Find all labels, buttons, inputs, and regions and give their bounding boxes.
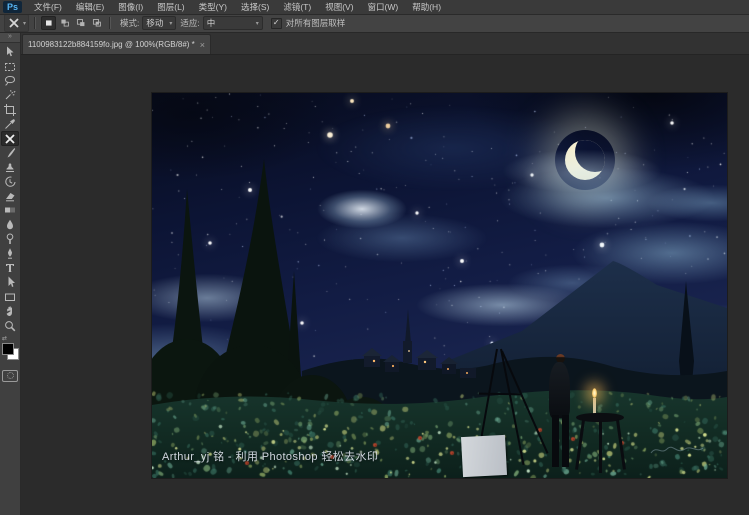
mode-select[interactable]: 移动 ▾ bbox=[142, 16, 177, 30]
chevron-down-icon: ▾ bbox=[23, 20, 27, 27]
type-tool[interactable] bbox=[1, 261, 19, 275]
clone-stamp-tool[interactable] bbox=[1, 160, 19, 174]
menu-view[interactable]: 视图(V) bbox=[319, 0, 359, 14]
tool-list bbox=[1, 45, 19, 333]
options-bar: ▾ 模式: 移动 ▾ 适应: 中 ▾ ✓ 对所有图层取样 bbox=[0, 14, 749, 33]
quick-selection-tool[interactable] bbox=[1, 88, 19, 102]
color-swatches: ⇄ bbox=[1, 336, 19, 364]
adaptation-select[interactable]: 中 ▾ bbox=[202, 16, 263, 30]
chevron-down-icon: ▾ bbox=[255, 20, 259, 27]
swap-colors-icon[interactable]: ⇄ bbox=[2, 336, 7, 342]
menu-filter[interactable]: 滤镜(T) bbox=[277, 0, 317, 14]
candle bbox=[593, 398, 596, 414]
history-brush-tool[interactable] bbox=[1, 175, 19, 189]
candle-flame bbox=[592, 388, 597, 398]
quick-mask-icon bbox=[6, 372, 14, 380]
shape-tool[interactable] bbox=[1, 290, 19, 304]
dodge-tool[interactable] bbox=[1, 232, 19, 246]
menu-edit[interactable]: 编辑(E) bbox=[70, 0, 110, 14]
intersect-selection-button[interactable] bbox=[89, 16, 104, 30]
photoshop-window: Ps 文件(F) 编辑(E) 图像(I) 图层(L) 类型(Y) 选择(S) 滤镜(T) 视图… bbox=[0, 0, 749, 515]
document-tab[interactable]: 1100983122b884159fo.jpg @ 100%(RGB/8#) *… bbox=[22, 34, 212, 54]
subtract-from-selection-button[interactable] bbox=[73, 16, 88, 30]
crop-tool[interactable] bbox=[1, 103, 19, 117]
menu-type[interactable]: 类型(Y) bbox=[193, 0, 233, 14]
easel-canvas bbox=[460, 434, 508, 478]
painter-leg bbox=[552, 415, 559, 467]
watermark-text: Arthur_yj 铭 - 利用 Photoshop 轻松去水印 bbox=[162, 451, 379, 463]
move-tool[interactable] bbox=[1, 45, 19, 59]
mode-value: 移动 bbox=[146, 18, 164, 28]
menu-select[interactable]: 选择(S) bbox=[235, 0, 275, 14]
rectangular-marquee-tool[interactable] bbox=[1, 59, 19, 73]
tool-preset-picker[interactable]: ▾ bbox=[4, 14, 30, 32]
menu-layer[interactable]: 图层(L) bbox=[151, 0, 190, 14]
tab-close-icon[interactable]: × bbox=[200, 40, 205, 50]
painter-figure bbox=[549, 362, 570, 418]
painter-leg bbox=[562, 415, 569, 467]
canvas-area: Arthur_yj 铭 - 利用 Photoshop 轻松去水印 bbox=[20, 54, 749, 515]
divider bbox=[34, 17, 37, 29]
add-to-selection-button[interactable] bbox=[57, 16, 72, 30]
new-selection-button[interactable] bbox=[41, 16, 57, 30]
sample-all-layers-label: 对所有图层取样 bbox=[285, 18, 346, 28]
tab-strip: 1100983122b884159fo.jpg @ 100%(RGB/8#) *… bbox=[20, 32, 749, 55]
sample-all-layers-checkbox[interactable]: ✓ bbox=[270, 17, 282, 29]
blur-tool[interactable] bbox=[1, 218, 19, 232]
menu-image[interactable]: 图像(I) bbox=[112, 0, 149, 14]
gradient-tool[interactable] bbox=[1, 203, 19, 217]
document-title: 1100983122b884159fo.jpg @ 100%(RGB/8#) * bbox=[28, 40, 195, 49]
menu-list: 文件(F) 编辑(E) 图像(I) 图层(L) 类型(Y) 选择(S) 滤镜(T) 视图(V)… bbox=[28, 0, 447, 14]
check-icon: ✓ bbox=[272, 18, 280, 27]
brush-tool[interactable] bbox=[1, 146, 19, 160]
divider bbox=[109, 17, 112, 29]
stool-leg bbox=[599, 421, 602, 473]
foreground-color-swatch[interactable] bbox=[2, 342, 14, 355]
hand-tool[interactable] bbox=[1, 304, 19, 318]
lasso-tool[interactable] bbox=[1, 74, 19, 88]
quick-mask-button[interactable] bbox=[2, 369, 18, 382]
tools-panel: » ⇄ bbox=[0, 32, 21, 515]
menu-file[interactable]: 文件(F) bbox=[28, 0, 68, 14]
photoshop-logo-icon[interactable]: Ps bbox=[3, 1, 23, 13]
menu-bar: Ps 文件(F) 编辑(E) 图像(I) 图层(L) 类型(Y) 选择(S) 滤镜(T) 视图… bbox=[0, 0, 749, 15]
content-aware-move-tool-icon bbox=[7, 16, 21, 30]
document-canvas[interactable]: Arthur_yj 铭 - 利用 Photoshop 轻松去水印 bbox=[152, 93, 727, 478]
pen-tool[interactable] bbox=[1, 246, 19, 260]
chevron-down-icon: ▾ bbox=[169, 20, 173, 27]
menu-help[interactable]: 帮助(H) bbox=[406, 0, 447, 14]
toolbar-collapse-icon[interactable]: » bbox=[0, 32, 20, 43]
artist-signature bbox=[650, 446, 704, 454]
selection-mode-group bbox=[41, 16, 104, 30]
content-aware-move-tool[interactable] bbox=[1, 131, 19, 146]
menu-window[interactable]: 窗口(W) bbox=[362, 0, 405, 14]
eyedropper-tool[interactable] bbox=[1, 117, 19, 131]
mode-label: 模式: bbox=[120, 18, 140, 28]
adaptation-value: 中 bbox=[206, 18, 216, 28]
path-selection-tool[interactable] bbox=[1, 275, 19, 289]
zoom-tool[interactable] bbox=[1, 318, 19, 332]
adaptation-label: 适应: bbox=[180, 18, 200, 28]
eraser-tool[interactable] bbox=[1, 189, 19, 203]
